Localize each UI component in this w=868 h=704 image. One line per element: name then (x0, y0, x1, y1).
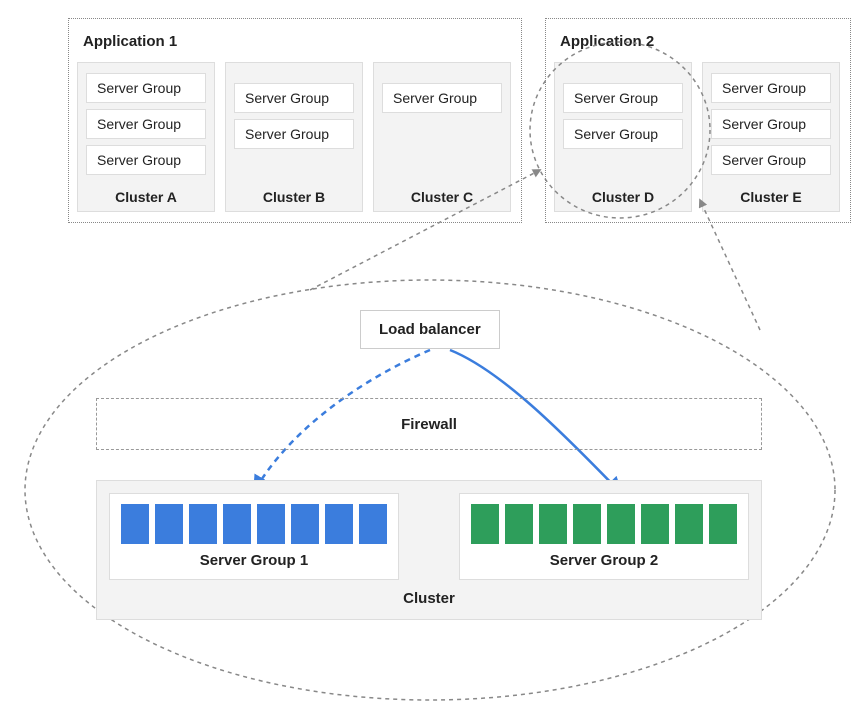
instance (257, 504, 285, 544)
cluster-e: Server Group Server Group Server Group C… (702, 62, 840, 212)
instance (223, 504, 251, 544)
instance (189, 504, 217, 544)
application-2-clusters: Server Group Server Group Cluster D Serv… (554, 62, 842, 212)
instance (573, 504, 601, 544)
instance (325, 504, 353, 544)
application-1-title: Application 1 (83, 33, 513, 50)
server-group-box: Server Group (234, 119, 354, 149)
server-group-box: Server Group (86, 73, 206, 103)
instance (121, 504, 149, 544)
server-group-box: Server Group (86, 109, 206, 139)
application-1-clusters: Server Group Server Group Server Group C… (77, 62, 513, 212)
load-balancer-box: Load balancer (360, 310, 500, 349)
firewall-box: Firewall (96, 398, 762, 450)
server-group-1-instances (120, 504, 388, 544)
cluster-c: Server Group Cluster C (373, 62, 511, 212)
cluster-d-label: Cluster D (563, 183, 683, 205)
instance (291, 504, 319, 544)
server-group-box: Server Group (563, 119, 683, 149)
cluster-c-label: Cluster C (382, 183, 502, 205)
application-2-title: Application 2 (560, 33, 842, 50)
application-1-box: Application 1 Server Group Server Group … (68, 18, 522, 223)
cluster-a: Server Group Server Group Server Group C… (77, 62, 215, 212)
instance (641, 504, 669, 544)
server-group-box: Server Group (711, 73, 831, 103)
server-group-box: Server Group (234, 83, 354, 113)
server-group-2-label: Server Group 2 (470, 552, 738, 569)
cluster-e-label: Cluster E (711, 183, 831, 205)
server-group-box: Server Group (711, 145, 831, 175)
instance (471, 504, 499, 544)
cluster-a-label: Cluster A (86, 183, 206, 205)
detail-cluster-box: Server Group 1 Server Group 2 Cluster (96, 480, 762, 620)
cluster-b-label: Cluster B (234, 183, 354, 205)
server-group-box: Server Group (86, 145, 206, 175)
load-balancer-label: Load balancer (379, 321, 481, 338)
server-group-box: Server Group (563, 83, 683, 113)
instance (505, 504, 533, 544)
instance (607, 504, 635, 544)
cluster-b: Server Group Server Group Cluster B (225, 62, 363, 212)
server-group-1-box: Server Group 1 (109, 493, 399, 580)
server-group-1-label: Server Group 1 (120, 552, 388, 569)
firewall-label: Firewall (401, 416, 457, 433)
instance (155, 504, 183, 544)
server-group-box: Server Group (382, 83, 502, 113)
instance (675, 504, 703, 544)
server-group-box: Server Group (711, 109, 831, 139)
server-group-2-instances (470, 504, 738, 544)
instance (359, 504, 387, 544)
cluster-d: Server Group Server Group Cluster D (554, 62, 692, 212)
instance (539, 504, 567, 544)
application-2-box: Application 2 Server Group Server Group … (545, 18, 851, 223)
detail-cluster-label: Cluster (109, 590, 749, 607)
server-group-2-box: Server Group 2 (459, 493, 749, 580)
instance (709, 504, 737, 544)
